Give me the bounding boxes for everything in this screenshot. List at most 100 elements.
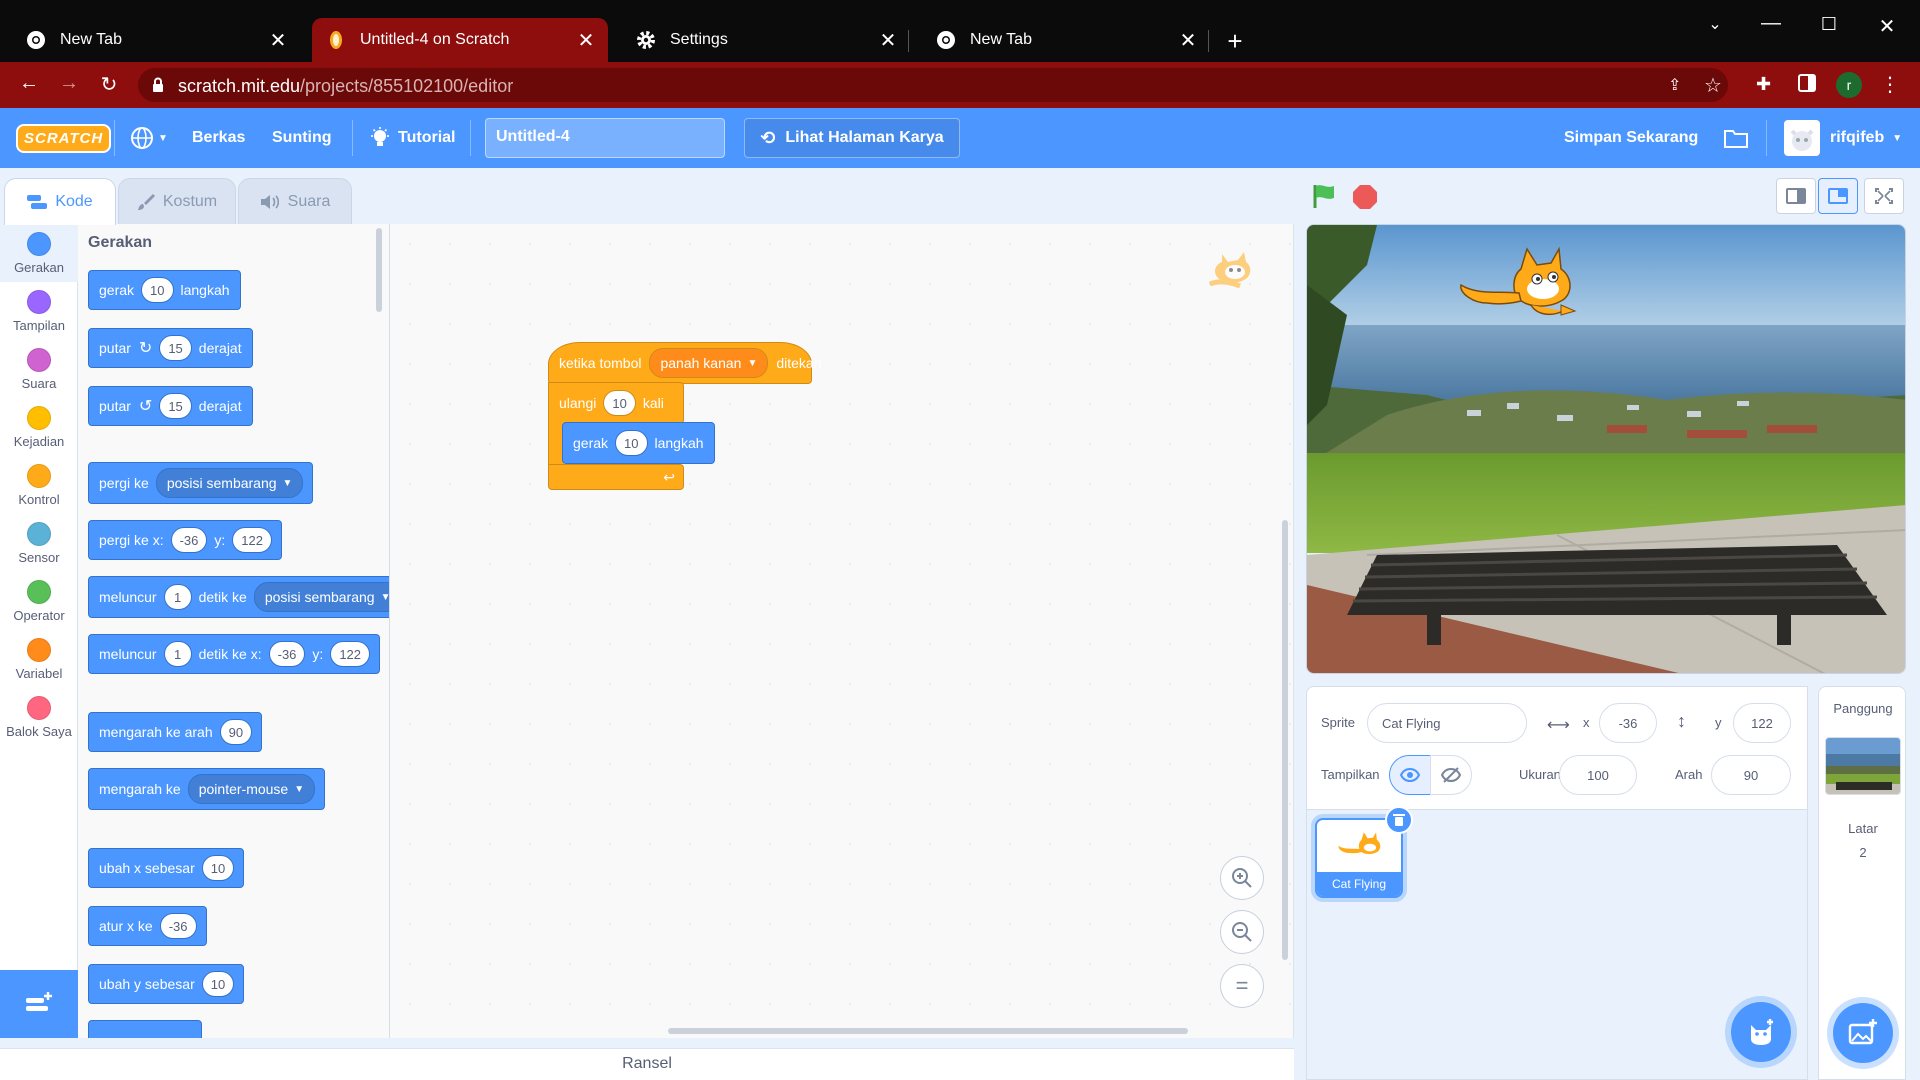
minimize-button[interactable]: — [1756, 12, 1786, 35]
small-stage-button[interactable] [1776, 178, 1816, 214]
category-control[interactable]: Kontrol [0, 456, 78, 514]
close-tab-icon[interactable]: ✕ [1178, 28, 1198, 53]
zoom-reset-button[interactable]: = [1220, 964, 1264, 1008]
close-tab-icon[interactable]: ✕ [878, 28, 898, 53]
stage-target-panel[interactable]: Panggung Latar 2 [1818, 686, 1906, 1080]
code-workspace[interactable]: ketika tombol panah kanan ▼ ditekan ulang… [390, 224, 1294, 1038]
browser-tab-new-tab-1[interactable]: New Tab ✕ [0, 18, 300, 62]
block-input[interactable]: 10 [201, 971, 235, 997]
block-point-in-direction[interactable]: mengarah ke arah 90 [88, 712, 263, 752]
stop-button[interactable] [1352, 184, 1378, 210]
block-input[interactable]: 10 [141, 277, 174, 303]
category-events[interactable]: Kejadian [0, 398, 78, 456]
language-menu[interactable]: ▼ [130, 108, 168, 168]
workspace-horizontal-scrollbar[interactable] [668, 1028, 1188, 1034]
new-tab-button[interactable]: + [1220, 26, 1250, 57]
block-turn-right[interactable]: putar ↻ 15 derajat [88, 328, 253, 368]
block-input[interactable]: -36 [159, 913, 197, 939]
browser-tab-settings[interactable]: Settings ✕ [610, 18, 910, 62]
stage-canvas[interactable] [1306, 224, 1906, 674]
category-sensing[interactable]: Sensor [0, 514, 78, 572]
block-dropdown[interactable]: posisi sembarang ▼ [155, 468, 304, 498]
palette-scrollbar[interactable] [376, 228, 382, 312]
block-dropdown[interactable]: pointer-mouse ▼ [187, 774, 316, 804]
extensions-icon[interactable]: ✚ [1756, 74, 1771, 95]
block-glide-to[interactable]: meluncur 1 detik ke posisi sembarang ▼ [88, 576, 389, 618]
tab-costumes[interactable]: Kostum [118, 178, 236, 224]
hide-sprite-button[interactable] [1430, 755, 1472, 795]
sprite-name-input[interactable]: Cat Flying [1367, 703, 1527, 743]
block-input[interactable]: 90 [219, 719, 253, 745]
block-change-y[interactable]: ubah y sebesar 10 [88, 964, 245, 1004]
zoom-in-button[interactable] [1220, 856, 1264, 900]
block-input[interactable]: 15 [159, 393, 192, 419]
my-stuff-folder-icon[interactable] [1724, 108, 1748, 168]
category-my-blocks[interactable]: Balok Saya [0, 688, 78, 746]
block-input[interactable]: 10 [615, 430, 648, 456]
scratch-logo[interactable]: SCRATCH [16, 108, 112, 168]
block-partial[interactable] [88, 1020, 202, 1038]
category-variables[interactable]: Variabel [0, 630, 78, 688]
block-input[interactable]: 122 [330, 641, 371, 667]
save-now-button[interactable]: Simpan Sekarang [1564, 108, 1698, 168]
project-title-input[interactable]: Untitled-4 [485, 118, 725, 158]
block-change-x[interactable]: ubah x sebesar 10 [88, 848, 245, 888]
block-dropdown[interactable]: posisi sembarang ▼ [253, 582, 389, 612]
maximize-button[interactable]: ☐ [1814, 14, 1844, 35]
tab-sounds[interactable]: Suara [238, 178, 352, 224]
zoom-out-button[interactable] [1220, 910, 1264, 954]
block-input[interactable]: 15 [159, 335, 192, 361]
delete-sprite-button[interactable] [1385, 806, 1413, 834]
block-glide-to-xy[interactable]: meluncur 1 detik ke x: -36 y: 122 [88, 634, 381, 674]
choose-backdrop-button[interactable] [1833, 1003, 1893, 1063]
forward-button[interactable]: → [54, 72, 84, 95]
block-repeat[interactable]: ulangi 10 kali [548, 382, 684, 424]
block-move-steps[interactable]: gerak 10 langkah [562, 422, 715, 464]
block-go-to[interactable]: pergi ke posisi sembarang ▼ [88, 462, 314, 504]
edit-menu[interactable]: Sunting [272, 108, 332, 168]
repeat-bottom[interactable]: ↩ [548, 464, 684, 490]
block-input[interactable]: 10 [603, 390, 636, 416]
account-menu[interactable]: rifqifeb ▼ [1784, 108, 1902, 168]
x-position-input[interactable]: -36 [1599, 703, 1657, 743]
close-tab-icon[interactable]: ✕ [576, 28, 596, 53]
tutorial-button[interactable]: Tutorial [370, 108, 455, 168]
kebab-menu-icon[interactable]: ⋮ [1880, 72, 1900, 97]
browser-tab-new-tab-2[interactable]: New Tab ✕ [910, 18, 1210, 62]
block-turn-left[interactable]: putar ↺ 15 derajat [88, 386, 253, 426]
backpack-bar[interactable]: Ransel [0, 1048, 1294, 1080]
block-input[interactable]: 1 [163, 584, 192, 610]
show-sprite-button[interactable] [1389, 755, 1431, 795]
reload-button[interactable]: ↻ [94, 72, 124, 97]
block-when-key-pressed[interactable]: ketika tombol panah kanan ▼ ditekan [548, 342, 822, 384]
bookmark-star-icon[interactable]: ☆ [1704, 73, 1722, 98]
tab-search-icon[interactable]: ⌄ [1700, 14, 1730, 34]
block-input[interactable]: -36 [170, 527, 208, 553]
side-panel-icon[interactable] [1798, 74, 1816, 92]
category-looks[interactable]: Tampilan [0, 282, 78, 340]
category-operators[interactable]: Operator [0, 572, 78, 630]
normal-stage-button[interactable] [1818, 178, 1858, 214]
url-field[interactable]: scratch.mit.edu/projects/855102100/edito… [138, 68, 1728, 102]
key-dropdown[interactable]: panah kanan ▼ [649, 348, 769, 378]
block-input[interactable]: 122 [232, 527, 272, 553]
profile-avatar[interactable]: r [1836, 72, 1862, 98]
back-button[interactable]: ← [14, 72, 44, 95]
fullscreen-button[interactable] [1864, 178, 1904, 214]
workspace-vertical-scrollbar[interactable] [1282, 520, 1288, 960]
block-set-x[interactable]: atur x ke -36 [88, 906, 207, 946]
block-input[interactable]: 1 [163, 641, 192, 667]
block-input[interactable]: -36 [268, 641, 306, 667]
cat-sprite[interactable] [1457, 245, 1577, 325]
green-flag-button[interactable] [1310, 182, 1338, 210]
category-motion[interactable]: Gerakan [0, 224, 78, 282]
browser-tab-scratch[interactable]: Untitled-4 on Scratch ✕ [312, 18, 608, 62]
y-position-input[interactable]: 122 [1733, 703, 1791, 743]
direction-input[interactable]: 90 [1711, 755, 1791, 795]
add-extension-button[interactable] [0, 970, 78, 1038]
block-point-towards[interactable]: mengarah ke pointer-mouse ▼ [88, 768, 326, 810]
sprite-tile[interactable]: Cat Flying [1315, 806, 1413, 898]
block-go-to-xy[interactable]: pergi ke x: -36 y: 122 [88, 520, 282, 560]
size-input[interactable]: 100 [1559, 755, 1637, 795]
block-move-steps[interactable]: gerak 10 langkah [88, 270, 241, 310]
